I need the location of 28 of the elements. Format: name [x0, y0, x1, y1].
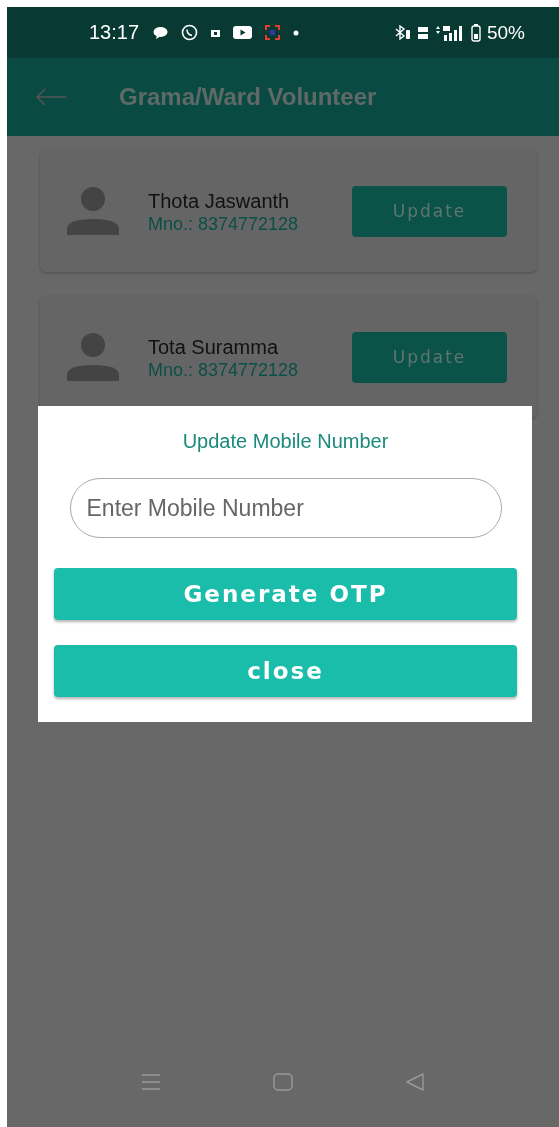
mobile-number: Mno.: 8374772128: [148, 359, 300, 381]
phone-bubble-icon: [181, 24, 199, 41]
menu-icon[interactable]: [141, 1073, 161, 1091]
back-triangle-icon[interactable]: [405, 1073, 425, 1091]
scan-frame-icon: [265, 25, 281, 40]
volunteer-name: Thota Jaswanth: [148, 188, 291, 214]
mobile-number-field[interactable]: Enter Mobile Number: [69, 477, 502, 539]
dialog-title: Update Mobile Number: [182, 430, 389, 454]
generate-otp-button[interactable]: Generate OTP: [54, 568, 517, 621]
back-arrow-icon[interactable]: [35, 88, 67, 106]
bluetooth-icon: [394, 25, 411, 40]
signal-icon: [434, 24, 465, 41]
person-icon: [66, 187, 120, 235]
dot-icon: [293, 29, 300, 36]
mobile-number: Mno.: 8374772128: [148, 213, 300, 235]
update-button[interactable]: Update: [352, 331, 507, 383]
volunteer-name: Tota Suramma: [148, 334, 280, 360]
person-icon: [66, 333, 120, 381]
close-button[interactable]: close: [54, 645, 517, 697]
battery-level: 50%: [486, 21, 525, 44]
update-button[interactable]: Update: [352, 185, 507, 237]
calendar-icon: [211, 28, 221, 37]
chat-bubble-icon: [153, 26, 169, 39]
status-time: 13:17: [89, 21, 140, 44]
home-square-icon[interactable]: [273, 1073, 293, 1091]
play-icon: [233, 26, 253, 39]
battery-icon: [470, 23, 481, 42]
app-bar-title: Grama/Ward Volunteer: [119, 83, 377, 111]
